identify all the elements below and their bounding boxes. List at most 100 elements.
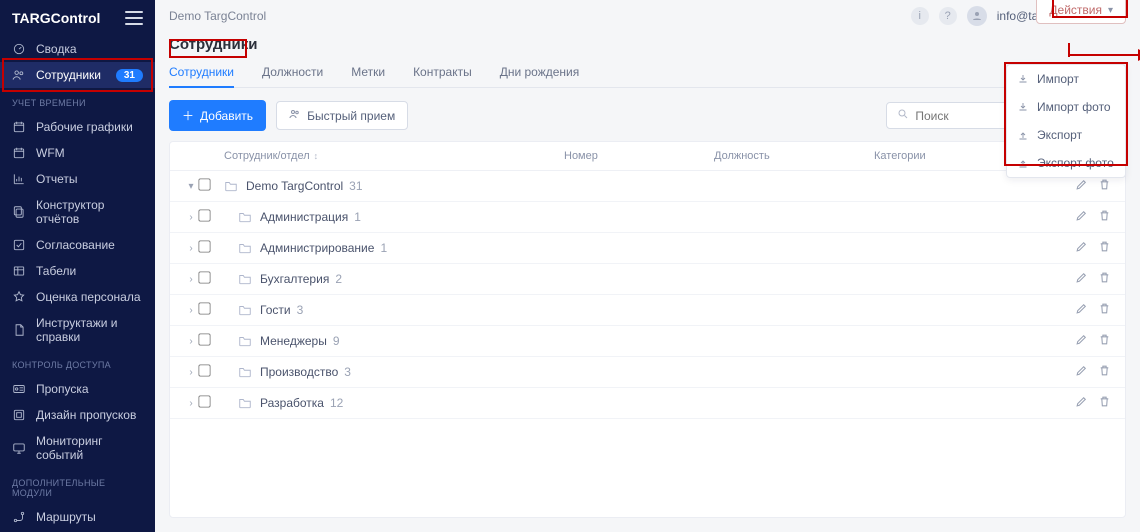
row-name: Бухгалтерия2: [224, 272, 342, 286]
row-checkbox[interactable]: [198, 209, 210, 221]
row-name: Менеджеры9: [224, 334, 340, 348]
table-row[interactable]: ›Производство3: [170, 357, 1125, 388]
sidebar-item-Маршруты[interactable]: Маршруты: [0, 504, 155, 530]
chevron-right-icon[interactable]: ›: [184, 274, 198, 285]
edit-icon[interactable]: [1075, 395, 1088, 411]
download-icon: [1017, 101, 1029, 113]
tab-Контракты[interactable]: Контракты: [413, 59, 472, 87]
sidebar-item-Табели[interactable]: Табели: [0, 258, 155, 284]
chevron-right-icon[interactable]: ›: [184, 367, 198, 378]
col-number[interactable]: Номер: [564, 150, 714, 162]
dropdown-item-Экспорт[interactable]: Экспорт: [1007, 121, 1125, 149]
table-row[interactable]: › Разработка12: [170, 388, 1125, 419]
info-icon[interactable]: i: [911, 7, 929, 25]
help-icon[interactable]: ?: [939, 7, 957, 25]
sidebar-item-label: WFM: [36, 146, 65, 160]
folder-icon: [238, 335, 252, 347]
sidebar-item-Пропуска[interactable]: Пропуска: [0, 376, 155, 402]
sidebar-item-label: Сводка: [36, 42, 77, 56]
edit-icon[interactable]: [1075, 333, 1088, 349]
delete-icon[interactable]: [1098, 178, 1111, 194]
sidebar-item-Конструктор отчётов[interactable]: Конструктор отчётов: [0, 192, 155, 232]
sidebar-item-label: Инструктажи и справки: [36, 316, 143, 344]
delete-icon[interactable]: [1098, 364, 1111, 380]
quick-hire-button[interactable]: Быстрый прием: [276, 101, 408, 130]
row-checkbox[interactable]: [198, 302, 210, 314]
sidebar-item-WFM[interactable]: WFM: [0, 140, 155, 166]
chevron-right-icon[interactable]: ›: [184, 212, 198, 223]
row-name: Разработка12: [224, 396, 343, 410]
tab-Метки[interactable]: Метки: [351, 59, 385, 87]
dropdown-item-Экспорт фото[interactable]: Экспорт фото: [1007, 149, 1125, 177]
sidebar-item-Согласование[interactable]: Согласование: [0, 232, 155, 258]
row-name: Гости3: [224, 303, 303, 317]
edit-icon[interactable]: [1075, 240, 1088, 256]
row-count: 1: [380, 241, 387, 255]
row-checkbox[interactable]: [198, 364, 210, 376]
route-icon: [12, 510, 26, 524]
edit-icon[interactable]: [1075, 178, 1088, 194]
sidebar-item-Мониторинг событий[interactable]: Мониторинг событий: [0, 428, 155, 468]
tab-Должности[interactable]: Должности: [262, 59, 323, 87]
tab-Дни рождения[interactable]: Дни рождения: [500, 59, 580, 87]
edit-icon[interactable]: [1075, 271, 1088, 287]
delete-icon[interactable]: [1098, 395, 1111, 411]
sidebar-item-Сводка[interactable]: Сводка: [0, 36, 155, 62]
table-row[interactable]: ›Администрирование1: [170, 233, 1125, 264]
sidebar: TARGControl СводкаСотрудники31 УЧЕТ ВРЕМ…: [0, 0, 155, 532]
chevron-right-icon[interactable]: ›: [184, 398, 198, 409]
chevron-down-icon: ▾: [1108, 5, 1113, 16]
chevron-right-icon[interactable]: ›: [184, 243, 198, 254]
sidebar-item-label: Оценка персонала: [36, 290, 141, 304]
delete-icon[interactable]: [1098, 209, 1111, 225]
row-checkbox[interactable]: [198, 395, 210, 407]
actions-button[interactable]: Действия ▾: [1036, 0, 1126, 24]
sidebar-item-Рабочие графики[interactable]: Рабочие графики: [0, 114, 155, 140]
dropdown-item-Импорт фото[interactable]: Импорт фото: [1007, 93, 1125, 121]
sidebar-item-Отчеты[interactable]: Отчеты: [0, 166, 155, 192]
edit-icon[interactable]: [1075, 302, 1088, 318]
sidebar-item-Инструктажи и справки[interactable]: Инструктажи и справки: [0, 310, 155, 350]
delete-icon[interactable]: [1098, 302, 1111, 318]
delete-icon[interactable]: [1098, 333, 1111, 349]
table-row[interactable]: ▾Demo TargControl31: [170, 171, 1125, 202]
row-checkbox[interactable]: [198, 178, 210, 190]
add-button[interactable]: ＋ Добавить: [169, 100, 266, 131]
sidebar-section-label: КОНТРОЛЬ ДОСТУПА: [0, 350, 155, 376]
main: Demo TargControl i ? info@targcontrol.co…: [155, 0, 1140, 532]
folder-icon: [238, 273, 252, 285]
sidebar-item-label: Согласование: [36, 238, 115, 252]
sidebar-item-Дизайн пропусков[interactable]: Дизайн пропусков: [0, 402, 155, 428]
monitor-icon: [12, 441, 26, 455]
sidebar-item-Оценка персонала[interactable]: Оценка персонала: [0, 284, 155, 310]
chevron-right-icon[interactable]: ›: [184, 305, 198, 316]
avatar[interactable]: [967, 6, 987, 26]
folder-icon: [238, 397, 252, 409]
menu-toggle-icon[interactable]: [125, 11, 143, 25]
sidebar-item-label: Дизайн пропусков: [36, 408, 136, 422]
dropdown-item-Импорт[interactable]: Импорт: [1007, 65, 1125, 93]
row-checkbox[interactable]: [198, 271, 210, 283]
gauge-icon: [12, 42, 26, 56]
row-checkbox[interactable]: [198, 240, 210, 252]
col-name[interactable]: Сотрудник/отдел ↕: [224, 150, 564, 162]
col-position[interactable]: Должность: [714, 150, 874, 162]
sidebar-section-label: ДОПОЛНИТЕЛЬНЫЕ МОДУЛИ: [0, 468, 155, 504]
team-icon: [289, 108, 301, 123]
delete-icon[interactable]: [1098, 271, 1111, 287]
sidebar-item-label: Пропуска: [36, 382, 89, 396]
table-row[interactable]: › Гости3: [170, 295, 1125, 326]
table-row[interactable]: › Менеджеры9: [170, 326, 1125, 357]
table-row[interactable]: › Бухгалтерия2: [170, 264, 1125, 295]
edit-icon[interactable]: [1075, 209, 1088, 225]
delete-icon[interactable]: [1098, 240, 1111, 256]
row-checkbox[interactable]: [198, 333, 210, 345]
sidebar-item-Сотрудники[interactable]: Сотрудники31: [0, 62, 155, 88]
chevron-right-icon[interactable]: ›: [184, 336, 198, 347]
edit-icon[interactable]: [1075, 364, 1088, 380]
annotation-arrow: [1068, 43, 1070, 57]
sidebar-item-label: Рабочие графики: [36, 120, 133, 134]
chevron-down-icon[interactable]: ▾: [184, 181, 198, 192]
table-row[interactable]: ›Администрация1: [170, 202, 1125, 233]
tab-Сотрудники[interactable]: Сотрудники: [169, 59, 234, 87]
